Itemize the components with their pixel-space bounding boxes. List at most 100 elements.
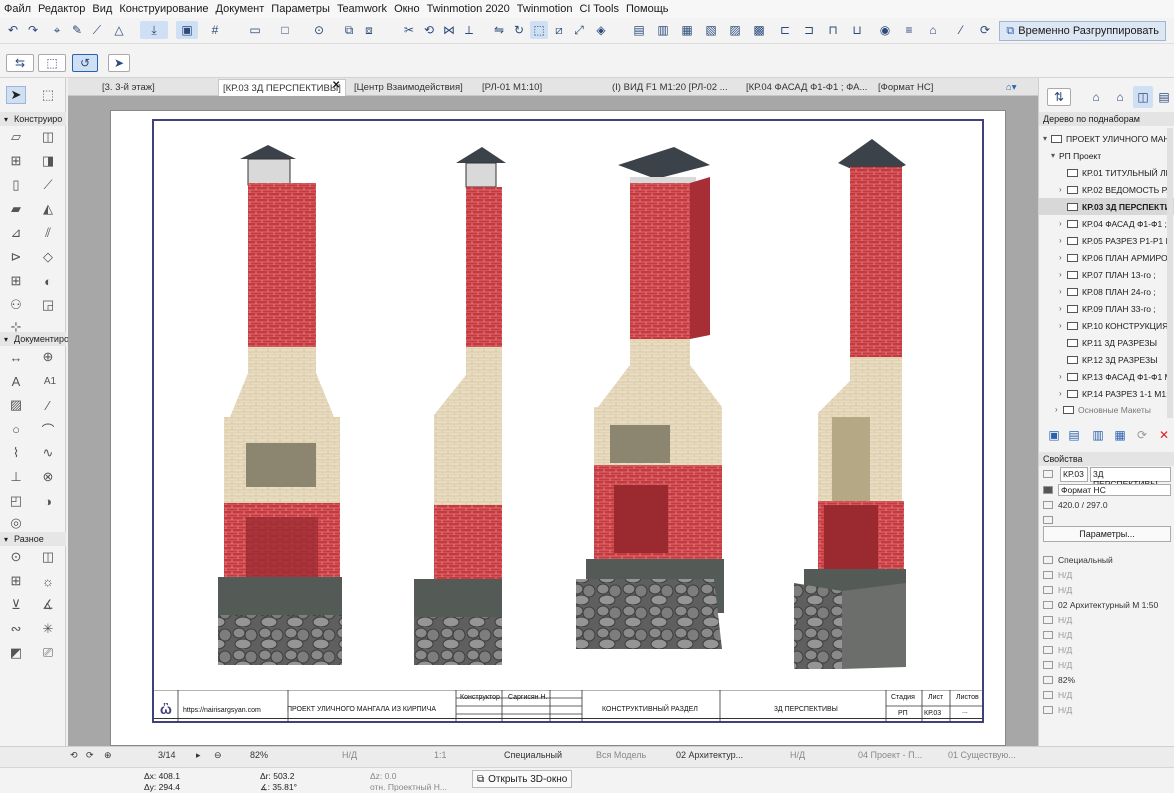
tree-layout-item[interactable]: КР.01 ТИТУЛЬНЫЙ ЛИ (1039, 164, 1174, 181)
tab-kr03-perspectives[interactable]: [КР.03 3Д ПЕРСПЕКТИВЫ] (218, 79, 346, 96)
grid-element-icon[interactable]: ⊙ (6, 548, 26, 566)
roof-tool-icon[interactable]: ◭ (38, 200, 58, 218)
slab-tool-icon[interactable]: ▰ (6, 200, 26, 218)
cube3-icon[interactable]: ▨ (726, 21, 744, 39)
text-tool-icon[interactable]: A (6, 372, 26, 390)
fill-tool-icon[interactable]: ▨ (6, 396, 26, 414)
menu-ci-tools[interactable]: CI Tools (579, 3, 619, 15)
hotspot-tool-icon[interactable]: ⊥ (6, 468, 26, 486)
beam-tool-icon[interactable]: ⟋ (38, 176, 58, 194)
format-select[interactable]: Формат НС (1058, 484, 1171, 496)
polyline-tool-icon[interactable]: ⌇ (6, 444, 26, 462)
menu-document[interactable]: Документ (216, 3, 265, 15)
delta-angle[interactable]: ∡: 35.81° (260, 782, 297, 793)
select-icon[interactable]: ⬚ (530, 21, 548, 39)
tab-format-ns[interactable]: [Формат НС] (874, 79, 974, 96)
new-folder-icon[interactable]: ▥ (1089, 426, 1107, 444)
drawing-tool-icon[interactable]: ◰ (6, 492, 26, 510)
column-tool-icon[interactable]: ▯ (6, 176, 26, 194)
menu-help[interactable]: Помощь (626, 3, 669, 15)
circle-tool-icon[interactable]: ○ (6, 420, 26, 438)
zoom-in-icon[interactable]: ⊕ (104, 750, 112, 761)
layout-book-icon[interactable]: ◫ (1133, 86, 1153, 108)
cube4-icon[interactable]: ▩ (750, 21, 768, 39)
menu-teamwork[interactable]: Teamwork (337, 3, 387, 15)
tab-rl01[interactable]: [РЛ-01 М1:10] (478, 79, 602, 96)
section-tool-icon[interactable]: ◑ (38, 492, 58, 510)
delta-r[interactable]: Δr: 503.2 (260, 771, 295, 781)
tree-layout-item[interactable]: › КР.06 ПЛАН АРМИРО (1039, 249, 1174, 266)
project-map-icon[interactable]: ⌂ (1087, 88, 1105, 106)
dimension3-icon[interactable]: ⊓ (824, 21, 842, 39)
menu-window[interactable]: Окно (394, 3, 420, 15)
level-tool-icon[interactable]: ⊕ (38, 348, 58, 366)
eye-icon[interactable]: ◉ (876, 21, 894, 39)
delta-y[interactable]: Δy: 294.4 (144, 782, 180, 792)
rotate-icon[interactable]: ↻ (510, 21, 528, 39)
property-row[interactable]: Н/Д (1039, 567, 1174, 582)
wave-icon[interactable]: ∾ (6, 620, 26, 638)
tree-layout-item[interactable]: › КР.14 РАЗРЕЗ 1-1 М1: (1039, 385, 1174, 402)
grid-icon[interactable]: # (206, 21, 224, 39)
dimension-combo[interactable]: Н/Д (790, 750, 805, 760)
layout-id-field[interactable]: КР.03 (1060, 467, 1088, 482)
tab-kr04-facade[interactable]: [КР.04 ФАСАД Ф1-Ф1 ; ФА... (742, 79, 870, 96)
menu-twinmotion[interactable]: Twinmotion (517, 3, 573, 15)
tree-subset[interactable]: ▾ РП Проект (1039, 147, 1174, 164)
camera-icon[interactable]: ⎚ (38, 644, 58, 662)
delete-icon[interactable]: ✕ (1155, 426, 1173, 444)
cube2-icon[interactable]: ▧ (702, 21, 720, 39)
section-misc[interactable]: Разное (0, 532, 66, 546)
adjust-icon[interactable]: ⟲ (420, 21, 438, 39)
wall-end-icon[interactable]: ◫ (38, 548, 58, 566)
property-row[interactable]: Н/Д (1039, 612, 1174, 627)
curtain-panel-icon[interactable]: ⊞ (6, 572, 26, 590)
tree-layout-item[interactable]: КР.03 3Д ПЕРСПЕКТИ (1039, 198, 1174, 215)
property-row[interactable]: Н/Д (1039, 687, 1174, 702)
trim-icon[interactable]: ✂ (400, 21, 418, 39)
image-icon[interactable]: ◩ (6, 644, 26, 662)
property-row[interactable]: 82% (1039, 672, 1174, 687)
box-stack2-icon[interactable]: ▥ (654, 21, 672, 39)
menu-options[interactable]: Параметры (271, 3, 330, 15)
view-map-icon[interactable]: ⌂ (1111, 88, 1129, 106)
gravity-icon[interactable]: ▣ (176, 21, 198, 39)
light-icon[interactable]: ☼ (38, 572, 58, 590)
model-view-combo[interactable]: Вся Модель (596, 750, 646, 760)
hat-icon[interactable]: ⌂ (924, 21, 942, 39)
redo-zoom-icon[interactable]: ⟳ (86, 750, 94, 761)
object-tool-icon[interactable]: ◨ (38, 152, 58, 170)
tree-layout-item[interactable]: КР.11 3Д РАЗРЕЗЫ (1039, 334, 1174, 351)
stretch-icon[interactable]: ⤢ (570, 21, 588, 39)
line-tool-icon[interactable]: ⁄ (38, 396, 58, 414)
scale-value[interactable]: 1:1 (434, 750, 447, 760)
property-row[interactable]: Н/Д (1039, 642, 1174, 657)
figure-tool-icon[interactable]: ⊗ (38, 468, 58, 486)
layout-name-field[interactable]: 3Д ПЕРСПЕКТИВЫ (1090, 467, 1171, 489)
spline-tool-icon[interactable]: ∿ (38, 444, 58, 462)
arrow-pointer-icon[interactable]: ➤ (108, 54, 130, 72)
rotate-view-icon[interactable]: ↺ (72, 54, 98, 72)
dimension-tool-icon[interactable]: ↔ (6, 348, 26, 366)
dimension2-icon[interactable]: ⊐ (800, 21, 818, 39)
property-row[interactable]: Н/Д (1039, 582, 1174, 597)
rotate2-icon[interactable]: ⟳ (976, 21, 994, 39)
new-subset-icon[interactable]: ▤ (1065, 426, 1083, 444)
existing-combo[interactable]: 01 Существую... (948, 750, 1016, 760)
property-row[interactable]: 02 Архитектурный М 1:50 (1039, 597, 1174, 612)
format-row[interactable]: Формат НС (1043, 483, 1171, 497)
marquee-tool-icon[interactable]: ⬚ (38, 86, 58, 104)
arrow-tool-icon[interactable]: ➤ (6, 86, 26, 104)
dimension-icon[interactable]: ⊏ (776, 21, 794, 39)
temporary-ungroup-button[interactable]: ⧉ Временно Разгруппировать (999, 21, 1166, 41)
menu-file[interactable]: Файл (4, 3, 31, 15)
zone-tool-icon[interactable]: ⚇ (6, 296, 26, 314)
skylight-tool-icon[interactable]: ◇ (38, 248, 58, 266)
new-layout-icon[interactable]: ▣ (1045, 426, 1063, 444)
tree-master-layouts[interactable]: › Основные Макеты (1039, 401, 1174, 418)
layer-combo[interactable]: Специальный (504, 750, 562, 760)
detail-tool-icon[interactable]: ◎ (6, 514, 26, 532)
square-icon[interactable]: □ (276, 21, 294, 39)
undo-icon[interactable]: ↶ (4, 21, 22, 39)
angle-value[interactable]: Н/Д (342, 750, 357, 760)
